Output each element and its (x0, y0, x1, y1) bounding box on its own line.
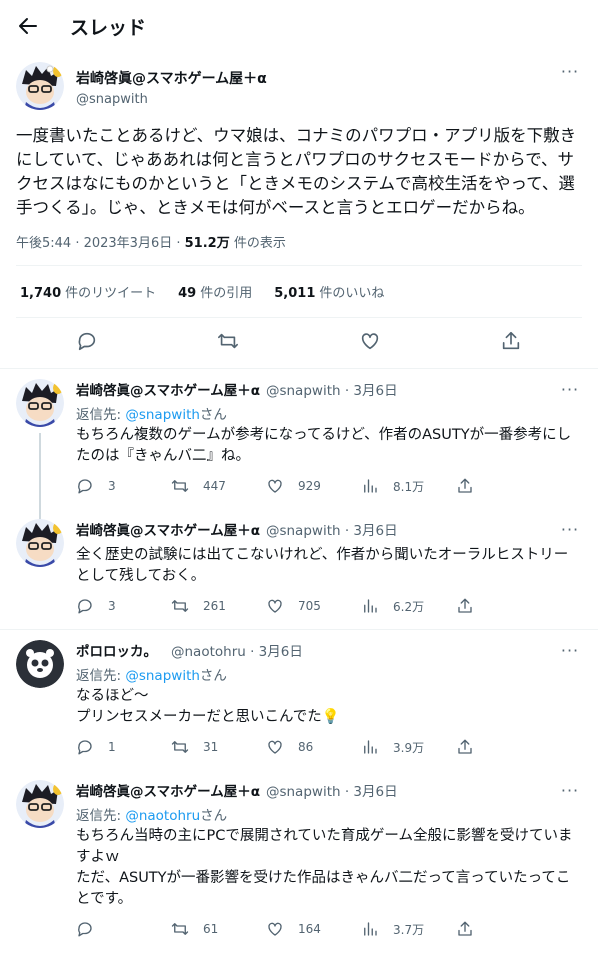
display-name[interactable]: 岩崎啓眞@スマホゲーム屋＋α (76, 379, 260, 399)
share-button[interactable] (456, 597, 551, 615)
reply-to: 返信先: @snapwithさん (76, 668, 227, 684)
like-button[interactable]: 86 (266, 738, 361, 756)
action-bar: 61 164 3.7万 (76, 920, 582, 952)
reply-tweet[interactable]: ポロロッカ。 @naotohru · 3月6日 ··· 返信先: @snapwi… (0, 629, 598, 770)
avatar[interactable] (16, 640, 64, 688)
reply-button[interactable] (76, 920, 171, 938)
view-label: 件の表示 (229, 236, 286, 251)
user-handle[interactable]: @snapwith · 3月6日 (266, 780, 398, 800)
user-handle[interactable]: @snapwith · 3月6日 (266, 379, 398, 399)
share-icon (458, 739, 472, 754)
more-options-icon[interactable]: ··· (558, 62, 582, 81)
analytics-icon (364, 479, 377, 493)
reply-tweet[interactable]: 岩崎啓眞@スマホゲーム屋＋α @snapwith · 3月6日 ··· 返信先:… (0, 369, 598, 519)
retweet-icon[interactable] (217, 330, 239, 356)
retweet-button[interactable]: 61 (171, 920, 266, 938)
reply-to-link[interactable]: @snapwith (125, 668, 200, 684)
top-bar: スレッド (0, 0, 598, 52)
share-button[interactable] (456, 920, 551, 938)
reply-icon (78, 479, 92, 494)
reply-button[interactable]: 1 (76, 738, 171, 756)
avatar[interactable] (16, 780, 64, 828)
reply-to: 返信先: @snapwithさん (76, 407, 227, 423)
action-bar: 3 447 929 8.1万 (76, 477, 582, 509)
share-button[interactable] (456, 477, 551, 495)
retweet-icon (171, 741, 189, 753)
like-button[interactable]: 164 (266, 920, 361, 938)
views-button[interactable]: 6.2万 (361, 597, 456, 615)
retweet-icon (171, 923, 189, 935)
quote-stat[interactable]: 49 件の引用 (178, 282, 252, 301)
retweet-button[interactable]: 31 (171, 738, 266, 756)
share-icon (458, 921, 472, 936)
retweet-icon (171, 480, 189, 492)
share-icon (458, 598, 472, 613)
like-icon (268, 599, 282, 613)
reply-to-link[interactable]: @snapwith (125, 407, 200, 423)
like-icon (268, 740, 282, 754)
user-handle[interactable]: @naotohru · 3月6日 (171, 640, 303, 660)
analytics-icon (364, 740, 377, 754)
reply-to: 返信先: @naotohruさん (76, 808, 228, 824)
reply-tweet[interactable]: 岩崎啓眞@スマホゲーム屋＋α @snapwith · 3月6日 ··· 全く歴史… (0, 509, 598, 629)
reply-icon (78, 740, 92, 755)
views-button[interactable]: 8.1万 (361, 477, 456, 495)
action-bar: 1 31 86 3.9万 (76, 738, 582, 770)
main-tweet: 岩崎啓眞@スマホゲーム屋＋α @snapwith ··· 一度書いたことあるけど… (0, 52, 598, 369)
reply-tweet[interactable]: 岩崎啓眞@スマホゲーム屋＋α @snapwith · 3月6日 ··· 返信先:… (0, 770, 598, 952)
user-handle[interactable]: @snapwith · 3月6日 (266, 519, 398, 539)
retweet-stat[interactable]: 1,740 件のリツイート (20, 282, 156, 301)
display-name[interactable]: 岩崎啓眞@スマホゲーム屋＋α (76, 519, 260, 539)
thread-line (39, 433, 41, 519)
share-icon[interactable] (500, 330, 522, 356)
reply-button[interactable]: 3 (76, 597, 171, 615)
display-name[interactable]: 岩崎啓眞@スマホゲーム屋＋α (76, 780, 260, 800)
views-button[interactable]: 3.9万 (361, 738, 456, 756)
back-arrow-icon[interactable] (16, 14, 40, 38)
like-icon[interactable] (359, 330, 381, 356)
more-options-icon[interactable]: ··· (558, 380, 582, 399)
share-icon (458, 478, 472, 493)
reply-to-link[interactable]: @naotohru (125, 808, 200, 824)
retweet-button[interactable]: 261 (171, 597, 266, 615)
views-button[interactable]: 3.7万 (361, 920, 456, 938)
more-options-icon[interactable]: ··· (558, 641, 582, 660)
like-stat[interactable]: 5,011 件のいいね (274, 282, 384, 301)
analytics-icon (364, 922, 377, 936)
avatar[interactable] (16, 519, 64, 567)
user-handle[interactable]: @snapwith (76, 92, 558, 107)
like-button[interactable]: 705 (266, 597, 361, 615)
reply-button[interactable]: 3 (76, 477, 171, 495)
like-button[interactable]: 929 (266, 477, 361, 495)
display-name[interactable]: 岩崎啓眞@スマホゲーム屋＋α (76, 68, 558, 88)
tweet-text: なるほど～ プリンセスメーカーだと思いこんでた💡 (76, 688, 340, 725)
page-title: スレッド (70, 16, 147, 39)
like-icon (268, 922, 282, 936)
action-bar (16, 318, 582, 368)
retweet-button[interactable]: 447 (171, 477, 266, 495)
retweet-icon (171, 600, 189, 612)
more-options-icon[interactable]: ··· (558, 781, 582, 800)
avatar[interactable] (16, 62, 64, 110)
display-name[interactable]: ポロロッカ。 (76, 640, 157, 660)
action-bar: 3 261 705 6.2万 (76, 597, 582, 629)
analytics-icon (364, 599, 377, 613)
tweet-text: 全く歴史の試験には出てこないけれど、作者から聞いたオーラルヒストリーとして残して… (76, 547, 569, 584)
more-options-icon[interactable]: ··· (558, 520, 582, 539)
like-icon (268, 479, 282, 493)
view-count: 51.2万 (184, 236, 230, 251)
tweet-meta: 午後5:44 · 2023年3月6日 · 51.2万 件の表示 (16, 232, 582, 266)
tweet-text: もちろん複数のゲームが参考になってるけど、作者のASUTYが一番参考にしたのは『… (76, 427, 572, 464)
share-button[interactable] (456, 738, 551, 756)
engagement-stats: 1,740 件のリツイート 49 件の引用 5,011 件のいいね (16, 266, 582, 318)
reply-icon[interactable] (76, 330, 98, 356)
reply-icon (78, 599, 92, 614)
avatar[interactable] (16, 379, 64, 427)
tweet-timestamp[interactable]: 午後5:44 · 2023年3月6日 · (16, 236, 185, 251)
tweet-text: もちろん当時の主にPCで展開されていた育成ゲーム全般に影響を受けていますよｗ た… (76, 828, 573, 907)
reply-icon (78, 922, 92, 937)
tweet-text: 一度書いたことあるけど、ウマ娘は、コナミのパワプロ・アプリ版を下敷きにしていて、… (16, 126, 577, 217)
